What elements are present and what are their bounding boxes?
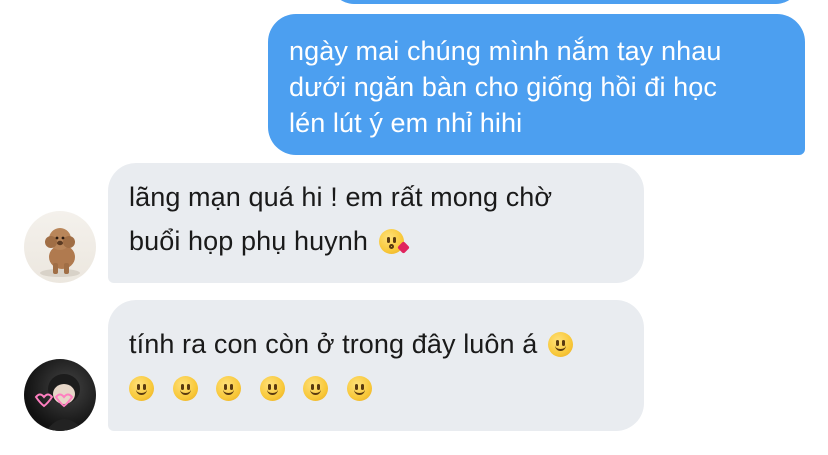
message-line-text: buổi họp phụ huynh: [129, 226, 369, 256]
message-line: tính ra con còn ở trong đây luôn á: [129, 326, 624, 362]
smiling-face-emoji-icon: [259, 376, 285, 401]
message-line: buổi họp phụ huynh: [129, 223, 624, 259]
message-line-text: tính ra con còn ở trong đây luôn á: [129, 329, 538, 359]
message-line: dưới ngăn bàn cho giống hồi đi học: [289, 72, 717, 102]
previous-sent-bubble[interactable]: [330, 0, 800, 4]
chat-thread: ngày mai chúng mình nắm tay nhau dưới ng…: [0, 0, 828, 455]
message-line: lén lút ý em nhỉ hihi: [289, 108, 523, 138]
message-line: lãng mạn quá hi ! em rất mong chờ: [129, 182, 553, 212]
emoji-row: [129, 370, 624, 406]
message-line: ngày mai chúng mình nắm tay nhau: [289, 36, 722, 66]
smiling-face-emoji-icon: [216, 376, 242, 401]
smiling-face-emoji-icon: [547, 332, 573, 357]
received-message-bubble[interactable]: lãng mạn quá hi ! em rất mong chờ buổi h…: [108, 163, 644, 283]
person-photo-icon: [34, 374, 84, 431]
poodle-icon: [40, 228, 80, 277]
dog-avatar[interactable]: [24, 211, 96, 283]
received-message-bubble[interactable]: tính ra con còn ở trong đây luôn á: [108, 300, 644, 431]
sent-message-bubble[interactable]: ngày mai chúng mình nắm tay nhau dưới ng…: [268, 14, 805, 155]
smiling-face-emoji-icon: [347, 376, 373, 401]
smiling-face-emoji-icon: [129, 376, 154, 401]
kissing-face-with-heart-emoji-icon: [378, 229, 410, 254]
smiling-face-emoji-icon: [172, 376, 198, 401]
person-avatar[interactable]: [24, 359, 96, 431]
smiling-face-emoji-icon: [303, 376, 329, 401]
